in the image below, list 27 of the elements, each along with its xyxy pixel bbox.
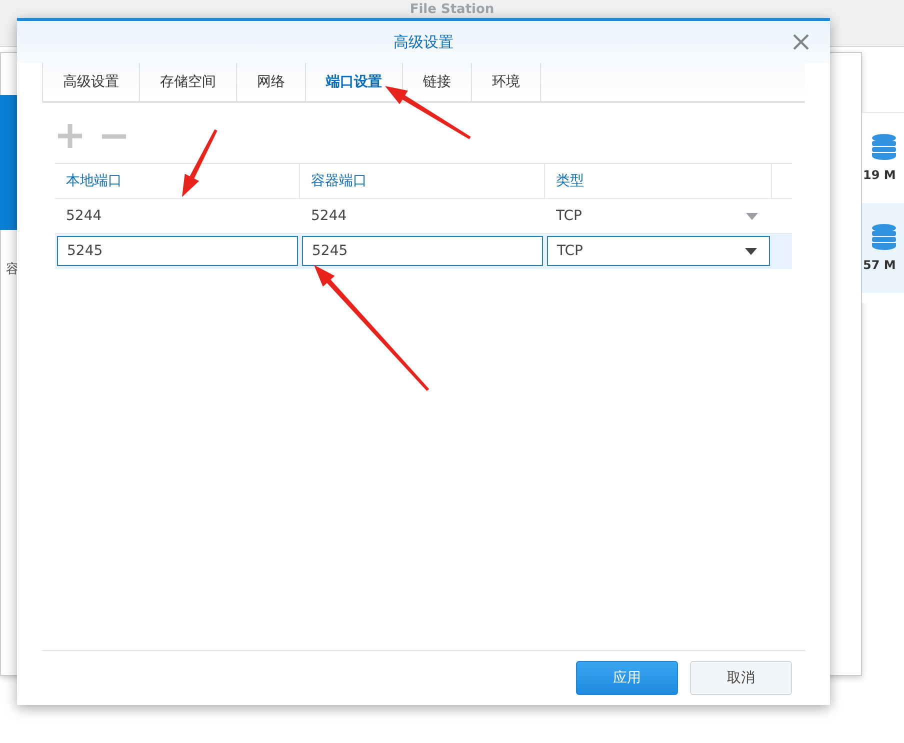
close-button[interactable] [792,33,810,51]
dropdown-caret-icon[interactable] [745,248,757,254]
tab[interactable]: 高级设置 [42,63,139,101]
tab[interactable]: 网络 [236,63,305,101]
volume-size: 57 M [863,258,896,272]
database-icon [872,134,896,160]
column-header[interactable]: 类型 [545,164,772,198]
minus-icon [102,134,126,138]
table-cell-text: 5244 [65,208,103,224]
port-input[interactable]: 5245 [302,236,543,266]
app-title: File Station [410,2,494,17]
port-input[interactable]: 5245 [57,236,298,266]
table-row[interactable]: 5245 5245 TCP [55,234,792,269]
column-header[interactable]: 容器端口 [300,164,545,198]
tab[interactable]: 环境 [471,63,541,101]
volume-size: 19 M [863,168,896,182]
tab[interactable]: 存储空间 [139,63,236,101]
volume-item[interactable]: 57 M [862,203,904,293]
cancel-button[interactable]: 取消 [690,661,792,695]
table-cell-text: 5244 [310,208,348,224]
database-icon [872,224,896,250]
dialog-title: 高级设置 [394,32,454,52]
type-value: TCP [556,208,582,224]
plus-icon [58,124,82,148]
annotation-arrow [182,129,218,197]
field-label: 容 [6,261,19,278]
type-dropdown[interactable]: TCP [547,236,770,266]
